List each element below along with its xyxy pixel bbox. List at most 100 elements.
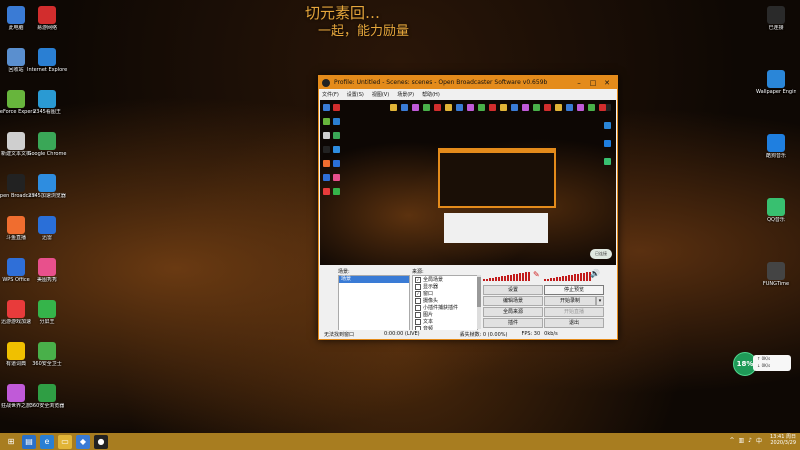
menu-file[interactable]: 文件(F) [322,91,339,98]
mic-icon[interactable]: ✎ [533,270,540,279]
preview-app-icon [333,146,340,153]
desktop-icon[interactable]: 2345加速浏览器 [27,174,67,199]
desktop-volume-meter[interactable] [544,271,592,281]
sources-scrollbar[interactable] [477,275,481,329]
desktop-icon[interactable]: Wallpaper Engine [756,70,796,95]
split-icon [38,300,56,318]
stop-preview-button[interactable]: 停止预览 [544,285,604,295]
network-tray-icon[interactable]: ▥ [738,437,744,444]
minimize-icon[interactable]: – [572,79,586,87]
scenes-list[interactable]: 场景 [338,275,410,331]
download-speed: 0K/s [761,363,771,368]
source-item[interactable]: ✓ 全局场景 [413,276,477,283]
meter-bar [525,272,527,281]
desktop-icon[interactable]: 美图秀秀 [27,258,67,283]
scenes-label: 场景: [338,269,350,275]
desktop-icon[interactable]: QQ音乐 [756,198,796,223]
desktop-icon[interactable]: 2345看图王 [27,90,67,115]
desktop-icon[interactable]: 酷狗音乐 [756,134,796,159]
status-timer: 0:00:00 (LIVE) [384,331,420,337]
preview-app-icon [566,104,573,111]
meter-bar [586,272,588,281]
plugins-button[interactable]: 插件 [483,318,543,328]
tray-expand-icon[interactable]: ^ [729,437,734,444]
file-explorer-icon[interactable]: ▭ [58,434,72,449]
obs-window-title: Profile: Untitled - Scenes: scenes - Ope… [334,79,548,86]
desktop-icon[interactable]: 分屏王 [27,300,67,325]
checkbox-icon[interactable] [415,311,421,318]
speaker-icon[interactable]: 🔊 [590,269,600,278]
volume-tray-icon[interactable]: ♪ [748,437,752,444]
preview-app-icon [323,118,330,125]
obs-window[interactable]: Profile: Untitled - Scenes: scenes - Ope… [318,75,618,340]
desktop-icon[interactable]: Google Chrome [27,132,67,157]
clock-date: 2020/3/29 [770,440,796,446]
desktop-icon[interactable]: 迅雷 [27,216,67,241]
edit-scene-button[interactable]: 编辑场景 [483,296,543,306]
checkbox-icon[interactable] [415,297,421,304]
source-item[interactable]: 图片 [413,311,477,318]
start-streaming-button[interactable]: 开始直播 [544,307,604,317]
obs-titlebar[interactable]: Profile: Untitled - Scenes: scenes - Ope… [319,76,617,89]
desktop-icon[interactable]: 360安全卫士 [27,342,67,367]
recording-dropdown-icon[interactable]: ▾ [596,296,604,306]
menu-help[interactable]: 帮助(H) [422,91,440,98]
preview-app-icon [390,104,397,111]
menu-scenes[interactable]: 场景(P) [397,91,414,98]
obs-icon [7,174,25,192]
checkbox-icon[interactable] [415,318,421,325]
desktop-icon[interactable]: 已连接 [756,6,796,31]
start-button-icon[interactable]: ⊞ [4,435,18,449]
meitu-icon [38,258,56,276]
preview-app-icon [323,132,330,139]
exit-button[interactable]: 退出 [544,318,604,328]
source-item[interactable]: 摄像头 [413,297,477,304]
meter-bar [574,274,576,281]
scene-item[interactable]: 场景 [339,276,409,283]
sources-list[interactable]: ✓全局场景显示器✓窗口摄像头小插件捕获插件图片文本音频✓其他 [412,275,478,331]
source-label: 显示器 [423,284,439,290]
settings-button[interactable]: 设置 [483,285,543,295]
store-icon[interactable]: ◆ [76,434,90,449]
computer-icon [7,6,25,24]
desktop-icon[interactable]: 360安全浏览器 [27,384,67,409]
menu-view[interactable]: 视图(V) [372,91,389,98]
checkbox-checked-icon[interactable]: ✓ [415,290,421,297]
meter-bar [510,274,512,281]
menu-settings[interactable]: 设置(S) [347,91,364,98]
input-method-icon[interactable]: 中 [756,436,762,445]
source-label: 文本 [423,319,434,325]
source-label: 摄像头 [423,298,439,304]
source-item[interactable]: 显示器 [413,283,477,290]
obs-preview[interactable]: 已连接 [320,100,616,265]
task-view-icon[interactable]: ▤ [22,434,36,449]
overlay-subtitle: 一起，能力励量 [318,24,410,39]
start-recording-button[interactable]: 开始录制 [544,296,596,306]
checkbox-checked-icon[interactable]: ✓ [415,276,421,283]
maximize-icon[interactable]: □ [586,79,600,87]
status-dropped-frames: 丢失帧数: 0 (0.00%) [459,331,508,338]
global-sources-button[interactable]: 全局来源 [483,307,543,317]
status-bitrate: 0kb/s [544,331,558,337]
checkbox-icon[interactable] [415,283,421,290]
obs-taskbar-icon[interactable]: ● [94,434,108,449]
browser-360-icon [38,384,56,402]
source-item[interactable]: 文本 [413,318,477,325]
chrome-icon [38,132,56,150]
desktop-icon[interactable]: FUNGTime [756,262,796,287]
mic-volume-meter[interactable] [483,271,531,281]
network-speed-widget[interactable]: 18% ↑ 0K/s ↓ 0K/s [733,352,793,376]
desktop-icon[interactable]: Internet Explorer [27,48,67,73]
source-item[interactable]: 小插件捕获插件 [413,304,477,311]
desktop-icon[interactable]: 易游网络 [27,6,67,31]
edge-browser-icon[interactable]: e [40,434,54,449]
preview-app-icon [478,104,485,111]
preview-app-icon [588,104,595,111]
nested-obs-window [438,148,556,208]
source-item[interactable]: ✓ 窗口 [413,290,477,297]
scrollbar-thumb[interactable] [477,277,481,307]
clock[interactable]: 13:41 周日 2020/3/29 [770,434,796,446]
close-icon[interactable]: ✕ [600,79,614,87]
network-icon [767,6,785,24]
checkbox-icon[interactable] [415,304,421,311]
